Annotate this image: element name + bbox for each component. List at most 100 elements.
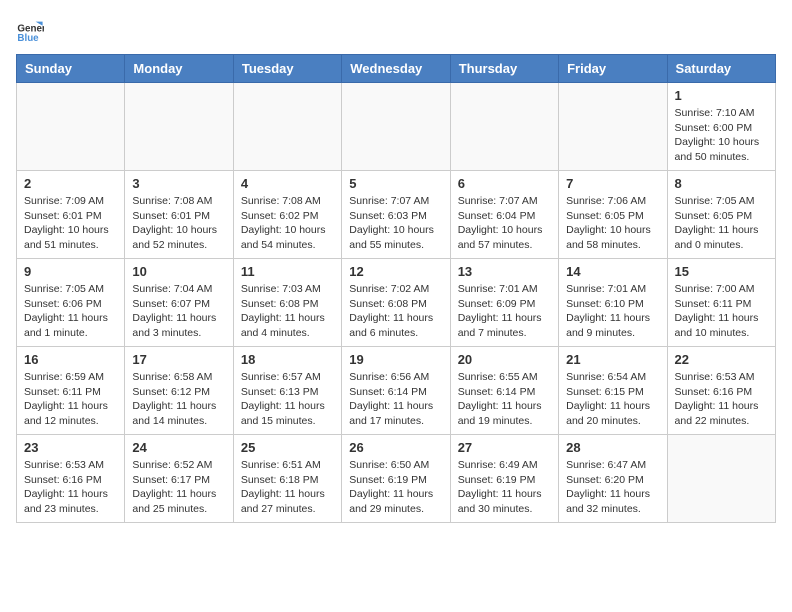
calendar-week-3: 9 Sunrise: 7:05 AM Sunset: 6:06 PM Daylig…: [17, 259, 776, 347]
day-number: 2: [24, 176, 117, 191]
calendar-week-5: 23Sunrise: 6:53 AM Sunset: 6:16 PM Dayli…: [17, 435, 776, 523]
day-number: 7: [566, 176, 659, 191]
calendar-body: 1 Sunrise: 7:10 AM Sunset: 6:00 PM Daylig…: [17, 83, 776, 523]
calendar-cell: [559, 83, 667, 171]
day-info: Sunrise: 6:51 AM Sunset: 6:18 PM Dayligh…: [241, 458, 334, 517]
calendar-cell: 2 Sunrise: 7:09 AM Sunset: 6:01 PM Daylig…: [17, 171, 125, 259]
calendar-cell: 25 Sunrise: 6:51 AM Sunset: 6:18 PM Dayli…: [233, 435, 341, 523]
calendar-cell: 19 Sunrise: 6:56 AM Sunset: 6:14 PM Dayli…: [342, 347, 450, 435]
day-number: 18: [241, 352, 334, 367]
calendar-week-4: 16Sunrise: 6:59 AM Sunset: 6:11 PM Dayli…: [17, 347, 776, 435]
svg-text:Blue: Blue: [17, 33, 39, 44]
calendar-table: SundayMondayTuesdayWednesdayThursdayFrid…: [16, 54, 776, 523]
day-number: 13: [458, 264, 551, 279]
day-info: Sunrise: 6:56 AM Sunset: 6:14 PM Dayligh…: [349, 370, 442, 429]
calendar-cell: 5 Sunrise: 7:07 AM Sunset: 6:03 PM Daylig…: [342, 171, 450, 259]
logo-icon: General Blue: [16, 16, 44, 44]
day-number: 6: [458, 176, 551, 191]
day-number: 3: [132, 176, 225, 191]
day-info: Sunrise: 7:08 AM Sunset: 6:02 PM Dayligh…: [241, 194, 334, 253]
calendar-cell: 23Sunrise: 6:53 AM Sunset: 6:16 PM Dayli…: [17, 435, 125, 523]
day-info: Sunrise: 7:10 AM Sunset: 6:00 PM Dayligh…: [675, 106, 768, 165]
day-number: 15: [675, 264, 768, 279]
day-number: 19: [349, 352, 442, 367]
calendar-cell: [17, 83, 125, 171]
day-info: Sunrise: 7:07 AM Sunset: 6:04 PM Dayligh…: [458, 194, 551, 253]
day-info: Sunrise: 6:52 AM Sunset: 6:17 PM Dayligh…: [132, 458, 225, 517]
day-number: 8: [675, 176, 768, 191]
calendar-week-2: 2 Sunrise: 7:09 AM Sunset: 6:01 PM Daylig…: [17, 171, 776, 259]
day-number: 24: [132, 440, 225, 455]
calendar-cell: [450, 83, 558, 171]
calendar-cell: [125, 83, 233, 171]
day-info: Sunrise: 7:06 AM Sunset: 6:05 PM Dayligh…: [566, 194, 659, 253]
day-info: Sunrise: 7:00 AM Sunset: 6:11 PM Dayligh…: [675, 282, 768, 341]
day-info: Sunrise: 7:02 AM Sunset: 6:08 PM Dayligh…: [349, 282, 442, 341]
weekday-header-thursday: Thursday: [450, 55, 558, 83]
day-info: Sunrise: 7:05 AM Sunset: 6:05 PM Dayligh…: [675, 194, 768, 253]
day-info: Sunrise: 6:54 AM Sunset: 6:15 PM Dayligh…: [566, 370, 659, 429]
calendar-cell: 14Sunrise: 7:01 AM Sunset: 6:10 PM Dayli…: [559, 259, 667, 347]
day-number: 14: [566, 264, 659, 279]
day-number: 10: [132, 264, 225, 279]
day-number: 17: [132, 352, 225, 367]
day-info: Sunrise: 6:47 AM Sunset: 6:20 PM Dayligh…: [566, 458, 659, 517]
calendar-cell: 22Sunrise: 6:53 AM Sunset: 6:16 PM Dayli…: [667, 347, 775, 435]
weekday-header-friday: Friday: [559, 55, 667, 83]
calendar-cell: 18 Sunrise: 6:57 AM Sunset: 6:13 PM Dayli…: [233, 347, 341, 435]
day-number: 11: [241, 264, 334, 279]
day-info: Sunrise: 6:57 AM Sunset: 6:13 PM Dayligh…: [241, 370, 334, 429]
day-info: Sunrise: 7:04 AM Sunset: 6:07 PM Dayligh…: [132, 282, 225, 341]
calendar-cell: 4 Sunrise: 7:08 AM Sunset: 6:02 PM Daylig…: [233, 171, 341, 259]
calendar-cell: 10 Sunrise: 7:04 AM Sunset: 6:07 PM Dayli…: [125, 259, 233, 347]
day-info: Sunrise: 7:01 AM Sunset: 6:09 PM Dayligh…: [458, 282, 551, 341]
calendar-cell: 7 Sunrise: 7:06 AM Sunset: 6:05 PM Daylig…: [559, 171, 667, 259]
calendar-header-row: SundayMondayTuesdayWednesdayThursdayFrid…: [17, 55, 776, 83]
calendar-cell: 16Sunrise: 6:59 AM Sunset: 6:11 PM Dayli…: [17, 347, 125, 435]
weekday-header-wednesday: Wednesday: [342, 55, 450, 83]
calendar-cell: 1 Sunrise: 7:10 AM Sunset: 6:00 PM Daylig…: [667, 83, 775, 171]
day-info: Sunrise: 6:50 AM Sunset: 6:19 PM Dayligh…: [349, 458, 442, 517]
day-number: 26: [349, 440, 442, 455]
day-info: Sunrise: 7:08 AM Sunset: 6:01 PM Dayligh…: [132, 194, 225, 253]
calendar-cell: 11 Sunrise: 7:03 AM Sunset: 6:08 PM Dayli…: [233, 259, 341, 347]
calendar-cell: 17 Sunrise: 6:58 AM Sunset: 6:12 PM Dayli…: [125, 347, 233, 435]
day-number: 20: [458, 352, 551, 367]
day-info: Sunrise: 6:53 AM Sunset: 6:16 PM Dayligh…: [675, 370, 768, 429]
calendar-cell: [342, 83, 450, 171]
calendar-cell: 26 Sunrise: 6:50 AM Sunset: 6:19 PM Dayli…: [342, 435, 450, 523]
page-header: General Blue: [16, 16, 776, 44]
day-number: 21: [566, 352, 659, 367]
calendar-cell: 20 Sunrise: 6:55 AM Sunset: 6:14 PM Dayli…: [450, 347, 558, 435]
calendar-week-1: 1 Sunrise: 7:10 AM Sunset: 6:00 PM Daylig…: [17, 83, 776, 171]
day-info: Sunrise: 6:58 AM Sunset: 6:12 PM Dayligh…: [132, 370, 225, 429]
calendar-cell: [667, 435, 775, 523]
day-info: Sunrise: 7:05 AM Sunset: 6:06 PM Dayligh…: [24, 282, 117, 341]
calendar-cell: 28Sunrise: 6:47 AM Sunset: 6:20 PM Dayli…: [559, 435, 667, 523]
calendar-cell: 12 Sunrise: 7:02 AM Sunset: 6:08 PM Dayli…: [342, 259, 450, 347]
day-number: 5: [349, 176, 442, 191]
calendar-cell: 13 Sunrise: 7:01 AM Sunset: 6:09 PM Dayli…: [450, 259, 558, 347]
calendar-cell: [233, 83, 341, 171]
day-info: Sunrise: 7:07 AM Sunset: 6:03 PM Dayligh…: [349, 194, 442, 253]
day-number: 25: [241, 440, 334, 455]
weekday-header-monday: Monday: [125, 55, 233, 83]
day-info: Sunrise: 6:49 AM Sunset: 6:19 PM Dayligh…: [458, 458, 551, 517]
calendar-cell: 15 Sunrise: 7:00 AM Sunset: 6:11 PM Dayli…: [667, 259, 775, 347]
day-number: 12: [349, 264, 442, 279]
day-number: 23: [24, 440, 117, 455]
logo: General Blue: [16, 16, 48, 44]
day-number: 9: [24, 264, 117, 279]
day-info: Sunrise: 6:59 AM Sunset: 6:11 PM Dayligh…: [24, 370, 117, 429]
calendar-cell: 27Sunrise: 6:49 AM Sunset: 6:19 PM Dayli…: [450, 435, 558, 523]
calendar-cell: 24 Sunrise: 6:52 AM Sunset: 6:17 PM Dayli…: [125, 435, 233, 523]
day-info: Sunrise: 6:55 AM Sunset: 6:14 PM Dayligh…: [458, 370, 551, 429]
calendar-cell: 8 Sunrise: 7:05 AM Sunset: 6:05 PM Daylig…: [667, 171, 775, 259]
calendar-cell: 6 Sunrise: 7:07 AM Sunset: 6:04 PM Daylig…: [450, 171, 558, 259]
day-number: 4: [241, 176, 334, 191]
calendar-cell: 9 Sunrise: 7:05 AM Sunset: 6:06 PM Daylig…: [17, 259, 125, 347]
day-info: Sunrise: 7:03 AM Sunset: 6:08 PM Dayligh…: [241, 282, 334, 341]
day-info: Sunrise: 7:09 AM Sunset: 6:01 PM Dayligh…: [24, 194, 117, 253]
calendar-cell: 3 Sunrise: 7:08 AM Sunset: 6:01 PM Daylig…: [125, 171, 233, 259]
day-number: 1: [675, 88, 768, 103]
